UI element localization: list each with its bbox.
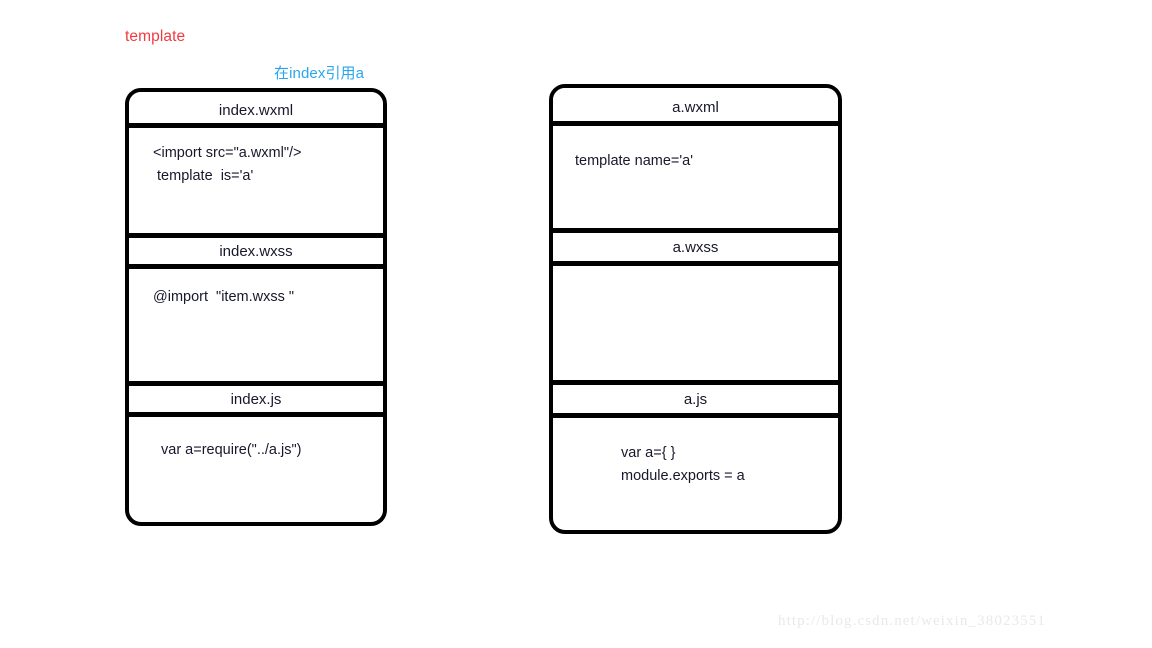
file-body-index-wxml: <import src="a.wxml"/> template is='a' — [129, 128, 383, 233]
file-header-a-js: a.js — [553, 380, 838, 418]
file-body-a-wxss — [553, 266, 838, 380]
annotation-template: template — [125, 28, 186, 45]
file-body-index-wxss: @import "item.wxss " — [129, 269, 383, 381]
code-line: template is='a' — [153, 168, 254, 185]
file-name-index-wxml: index.wxml — [218, 102, 294, 119]
code-line: var a=require("../a.js") — [161, 442, 302, 458]
divider-rule — [553, 121, 838, 126]
panel-a: a.wxml template name='a' a.wxss a.js var… — [549, 84, 842, 534]
panel-index: index.wxml <import src="a.wxml"/> templa… — [125, 88, 387, 526]
watermark: http://blog.csdn.net/weixin_38023551 — [778, 613, 1046, 629]
file-header-index-wxml: index.wxml — [129, 92, 383, 128]
file-body-index-js: var a=require("../a.js") — [129, 417, 383, 509]
code-line: <import src="a.wxml"/> — [153, 145, 302, 161]
file-body-a-js: var a={ } module.exports = a — [553, 418, 838, 514]
code-line: @import "item.wxss " — [153, 289, 295, 305]
section-index-wxml: index.wxml <import src="a.wxml"/> templa… — [129, 92, 383, 233]
file-header-index-js: index.js — [129, 381, 383, 417]
section-a-wxss: a.wxss — [553, 228, 838, 380]
file-header-index-wxss: index.wxss — [129, 233, 383, 269]
divider-rule — [129, 412, 383, 417]
divider-rule — [129, 381, 383, 386]
divider-rule — [129, 264, 383, 269]
file-header-a-wxss: a.wxss — [553, 228, 838, 266]
code-line: var a={ } — [621, 445, 676, 461]
divider-rule — [553, 380, 838, 385]
section-index-wxss: index.wxss @import "item.wxss " — [129, 233, 383, 381]
diagram-canvas: template 在index引用a index.wxml <import sr… — [0, 0, 1152, 648]
file-name-index-js: index.js — [230, 391, 282, 408]
divider-rule — [129, 123, 383, 128]
divider-rule — [553, 413, 838, 418]
divider-rule — [553, 228, 838, 233]
code-line: module.exports = a — [621, 468, 745, 485]
file-name-a-wxss: a.wxss — [672, 239, 719, 256]
code-line: template name='a' — [575, 153, 693, 169]
file-header-a-wxml: a.wxml — [553, 88, 838, 126]
divider-rule — [129, 233, 383, 238]
divider-rule — [553, 261, 838, 266]
file-name-a-wxml: a.wxml — [672, 99, 719, 116]
file-body-a-wxml: template name='a' — [553, 126, 838, 228]
file-name-index-wxss: index.wxss — [219, 243, 293, 260]
section-a-js: a.js var a={ } module.exports = a — [553, 380, 838, 514]
section-a-wxml: a.wxml template name='a' — [553, 88, 838, 228]
section-index-js: index.js var a=require("../a.js") — [129, 381, 383, 509]
file-name-a-js: a.js — [683, 391, 708, 408]
annotation-reference-in-index: 在index引用a — [274, 65, 365, 82]
